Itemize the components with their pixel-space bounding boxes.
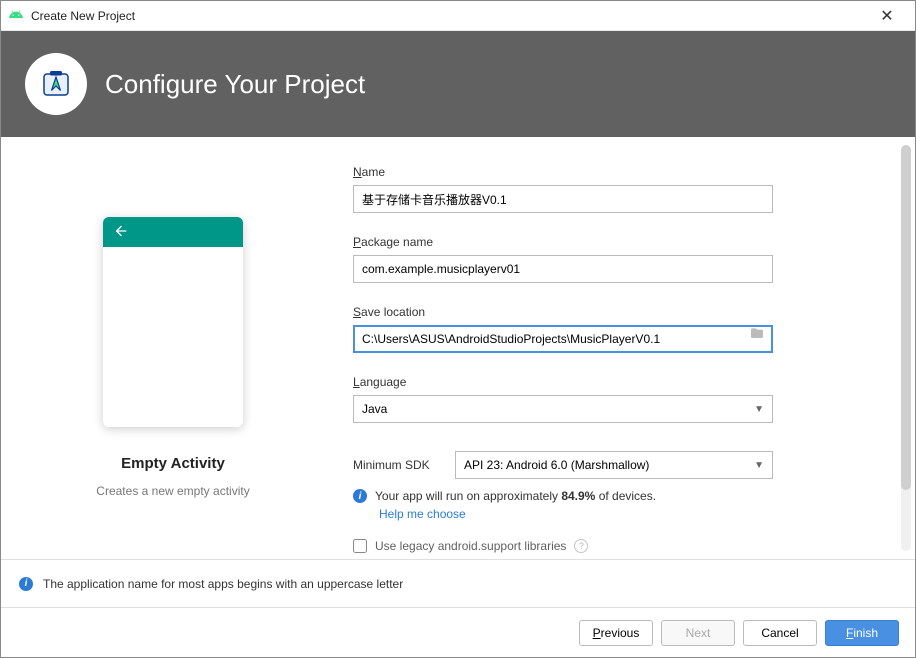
min-sdk-value: API 23: Android 6.0 (Marshmallow) xyxy=(464,458,649,472)
language-label: Language xyxy=(353,375,773,389)
help-me-choose-link[interactable]: Help me choose xyxy=(353,507,773,521)
sdk-info-text: Your app will run on approximately 84.9%… xyxy=(375,489,656,503)
help-icon[interactable]: ? xyxy=(574,539,588,553)
save-location-input[interactable] xyxy=(353,325,773,353)
language-select[interactable]: Java ▼ xyxy=(353,395,773,423)
info-icon: i xyxy=(19,577,33,591)
content-area: Empty Activity Creates a new empty activ… xyxy=(1,137,915,559)
legacy-row: Use legacy android.support libraries ? xyxy=(353,539,773,553)
legacy-checkbox[interactable] xyxy=(353,539,367,553)
chevron-down-icon: ▼ xyxy=(754,404,764,415)
close-button[interactable]: ✕ xyxy=(867,6,907,26)
min-sdk-select[interactable]: API 23: Android 6.0 (Marshmallow) ▼ xyxy=(455,451,773,479)
footer: Previous Next Cancel Finish xyxy=(1,607,915,657)
sdk-info-line: i Your app will run on approximately 84.… xyxy=(353,489,773,503)
header-title: Configure Your Project xyxy=(105,69,365,100)
previous-button[interactable]: Previous xyxy=(579,620,653,646)
name-label: Name xyxy=(353,165,773,179)
legacy-label: Use legacy android.support libraries xyxy=(375,539,566,553)
package-input[interactable] xyxy=(353,255,773,283)
language-value: Java xyxy=(362,402,387,416)
preview-column: Empty Activity Creates a new empty activ… xyxy=(33,165,313,559)
finish-button[interactable]: Finish xyxy=(825,620,899,646)
package-label: Package name xyxy=(353,235,773,249)
header-icon-circle xyxy=(25,53,87,115)
name-input[interactable] xyxy=(353,185,773,213)
field-language: Language Java ▼ xyxy=(353,375,773,423)
preview-phone xyxy=(103,217,243,427)
android-icon xyxy=(9,7,23,24)
back-arrow-icon xyxy=(113,223,129,242)
window-title: Create New Project xyxy=(31,9,867,23)
min-sdk-label: Minimum SDK xyxy=(353,458,445,472)
preview-topbar xyxy=(103,217,243,247)
preview-subtitle: Creates a new empty activity xyxy=(96,484,249,498)
dialog-window: Create New Project ✕ Configure Your Proj… xyxy=(0,0,916,658)
status-bar: i The application name for most apps beg… xyxy=(1,559,915,607)
preview-title: Empty Activity xyxy=(121,455,225,472)
min-sdk-row: Minimum SDK API 23: Android 6.0 (Marshma… xyxy=(353,451,773,479)
compass-icon xyxy=(38,65,74,104)
next-button: Next xyxy=(661,620,735,646)
info-icon: i xyxy=(353,489,367,503)
scrollbar[interactable] xyxy=(901,145,911,551)
field-save-location: Save location xyxy=(353,305,773,353)
field-package: Package name xyxy=(353,235,773,283)
field-name: Name xyxy=(353,165,773,213)
header: Configure Your Project xyxy=(1,31,915,137)
cancel-button[interactable]: Cancel xyxy=(743,620,817,646)
scrollbar-thumb[interactable] xyxy=(901,145,911,490)
save-location-label: Save location xyxy=(353,305,773,319)
chevron-down-icon: ▼ xyxy=(754,460,764,471)
status-message: The application name for most apps begin… xyxy=(43,577,403,591)
titlebar: Create New Project ✕ xyxy=(1,1,915,31)
form-column: Name Package name Save location Language xyxy=(353,165,803,559)
